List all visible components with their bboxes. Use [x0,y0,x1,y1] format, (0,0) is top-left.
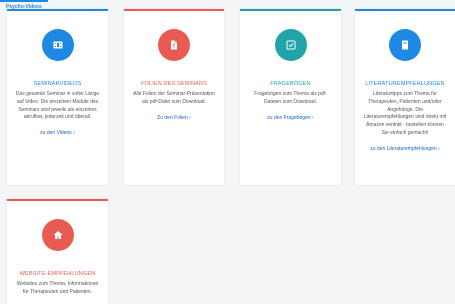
card-website: WEBSITE-EMPFEHLUNGEN Websites zum Thema,… [7,199,108,304]
card-title: LITERATUREMPFEHLUNGEN [365,81,445,87]
card-icon-circle[interactable] [158,29,190,61]
card-icon-circle[interactable] [274,29,307,61]
card-seminarvideos: SEMINARVIDEOS Das gesamte Seminar in vol… [7,9,108,185]
header-accent-line [0,0,48,2]
card-link-videos[interactable]: zu den Videos › [7,130,108,136]
card-link-literatur[interactable]: zu den Literaturempfehlungen › [355,146,455,152]
card-description: Fragebögen zum Thema als pdf-Dateien zum… [254,91,327,105]
card-title: SEMINARVIDEOS [33,81,82,87]
card-title: FOLIEN DES SEMINARS [141,81,207,87]
home-icon [53,231,62,239]
card-frageboegen: FRAGEBÖGEN Fragebögen zum Thema als pdf-… [240,9,341,185]
card-description: Das gesamte Seminar in voller Länge auf … [15,91,100,121]
card-description: Alle Folien der Seminar-Präsentation als… [133,91,215,105]
card-icon-circle[interactable] [389,29,421,61]
card-title: WEBSITE-EMPFEHLUNGEN [19,271,96,277]
checkbox-icon [286,40,295,50]
card-link-frageboegen[interactable]: zu den Fragebögen › [240,115,341,121]
card-icon-circle[interactable] [41,219,74,251]
card-link-folien[interactable]: Zu den Folien › [124,115,224,121]
book-icon [402,40,408,50]
card-folien: FOLIEN DES SEMINARS Alle Folien der Semi… [124,9,224,185]
card-icon-circle[interactable] [41,29,74,61]
card-description: Literaturtipps zum Thema für Therapeuten… [363,91,447,136]
card-title: FRAGEBÖGEN [270,81,311,87]
film-icon [53,41,62,49]
card-literatur: LITERATUREMPFEHLUNGEN Literaturtipps zum… [355,9,455,185]
card-description: Websites zum Thema, Informationen für Th… [16,281,99,295]
document-icon [171,40,177,50]
